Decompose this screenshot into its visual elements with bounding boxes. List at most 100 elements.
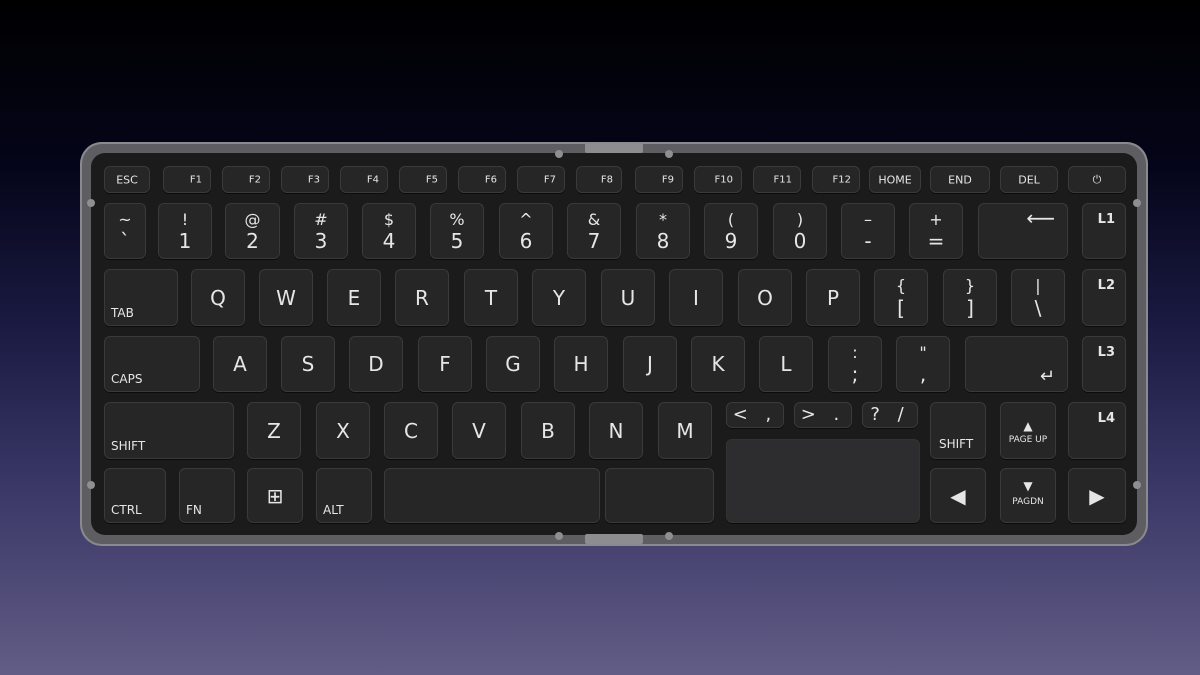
key-f9[interactable]: F9 xyxy=(635,166,683,193)
key-f7[interactable]: F7 xyxy=(517,166,565,193)
key-shift[interactable]: SHIFT xyxy=(104,402,234,459)
key-label: ( xyxy=(727,210,735,229)
key-m[interactable]: M xyxy=(658,402,712,459)
key-e[interactable]: E xyxy=(327,269,381,326)
key-sublabel: 9 xyxy=(724,229,738,253)
key-f6[interactable]: F6 xyxy=(458,166,506,193)
key-end[interactable]: END xyxy=(930,166,990,193)
key-caps[interactable]: CAPS xyxy=(104,336,200,392)
key-label: P xyxy=(826,285,840,310)
key-f3[interactable]: F3 xyxy=(281,166,329,193)
key-symbol[interactable]: ▼ PAGDN xyxy=(1000,468,1056,523)
key-r[interactable]: R xyxy=(395,269,449,326)
key-arrow-right[interactable]: ▶ xyxy=(1068,468,1126,523)
key-ctrl[interactable]: CTRL xyxy=(104,468,166,523)
key-t[interactable]: T xyxy=(464,269,518,326)
key-d[interactable]: D xyxy=(349,336,403,392)
key-backspace[interactable]: ⟵ xyxy=(978,203,1068,259)
key-j[interactable]: J xyxy=(623,336,677,392)
key-shift[interactable]: SHIFT xyxy=(930,402,986,459)
key-symbol[interactable]: > . xyxy=(794,402,852,428)
key-label: ESC xyxy=(116,173,138,186)
key-l2[interactable]: L2 xyxy=(1082,269,1126,326)
key-f12[interactable]: F12 xyxy=(812,166,860,193)
key-h[interactable]: H xyxy=(554,336,608,392)
key-f2[interactable]: F2 xyxy=(222,166,270,193)
key-i[interactable]: I xyxy=(669,269,723,326)
key-symbol[interactable]: ", xyxy=(896,336,950,392)
key-c[interactable]: C xyxy=(384,402,438,459)
key-del[interactable]: DEL xyxy=(1000,166,1058,193)
key-x[interactable]: X xyxy=(316,402,370,459)
key-n[interactable]: N xyxy=(589,402,643,459)
key-symbol[interactable]: @2 xyxy=(225,203,280,259)
key-power[interactable]: ⏻ xyxy=(1068,166,1126,193)
key-symbol[interactable]: % 5 xyxy=(430,203,484,259)
key-symbol[interactable]: | \ xyxy=(1011,269,1065,326)
key-symbol[interactable]: :; xyxy=(828,336,882,392)
key-v[interactable]: V xyxy=(452,402,506,459)
key-f11[interactable]: F11 xyxy=(753,166,801,193)
key-q[interactable]: Q xyxy=(191,269,245,326)
key-symbol[interactable]: ! 1 xyxy=(158,203,212,259)
key-symbol[interactable]: ~ ` xyxy=(104,203,146,259)
key-label: L3 xyxy=(1097,345,1115,360)
key-label: ⏻ xyxy=(1092,172,1102,186)
key-y[interactable]: Y xyxy=(532,269,586,326)
key-label: ! xyxy=(181,210,189,229)
key-symbol[interactable]: < , xyxy=(726,402,784,428)
key-label: | xyxy=(1035,276,1041,295)
key-label: ~ xyxy=(118,210,132,229)
key-k[interactable]: K xyxy=(691,336,745,392)
key-f4[interactable]: F4 xyxy=(340,166,388,193)
key-f1[interactable]: F1 xyxy=(163,166,211,193)
key-symbol[interactable]: {[ xyxy=(874,269,928,326)
key-l1[interactable]: L1 xyxy=(1082,203,1126,259)
trackpad[interactable] xyxy=(726,439,920,523)
key-b[interactable]: B xyxy=(521,402,575,459)
key-enter[interactable]: ↵ xyxy=(965,336,1068,392)
key-u[interactable]: U xyxy=(601,269,655,326)
key-symbol[interactable]: (9 xyxy=(704,203,758,259)
key-tab[interactable]: TAB xyxy=(104,269,178,326)
key-s[interactable]: S xyxy=(281,336,335,392)
key-symbol[interactable]: – - xyxy=(841,203,895,259)
key-f8[interactable]: F8 xyxy=(576,166,622,193)
key-symbol[interactable]: $4 xyxy=(362,203,416,259)
key-alt[interactable]: ALT xyxy=(316,468,372,523)
key-home[interactable]: HOME xyxy=(869,166,921,193)
key-p[interactable]: P xyxy=(806,269,860,326)
key-z[interactable]: Z xyxy=(247,402,301,459)
key-f5[interactable]: F5 xyxy=(399,166,447,193)
key-f10[interactable]: F10 xyxy=(694,166,742,193)
key-o[interactable]: O xyxy=(738,269,792,326)
key-w[interactable]: W xyxy=(259,269,313,326)
key-symbol[interactable]: #3 xyxy=(294,203,348,259)
key-fn[interactable]: FN xyxy=(179,468,235,523)
key-label: F12 xyxy=(832,174,851,185)
key-symbol[interactable]: }] xyxy=(943,269,997,326)
key-symbol[interactable]: ^ 6 xyxy=(499,203,553,259)
key-windows[interactable]: ⊞ xyxy=(247,468,303,523)
key-g[interactable]: G xyxy=(486,336,540,392)
key-l3[interactable]: L3 xyxy=(1082,336,1126,392)
key-symbol[interactable]: ▲ PAGE UP xyxy=(1000,402,1056,459)
key-symbol[interactable]: + = xyxy=(909,203,963,259)
key-symbol[interactable]: & 7 xyxy=(567,203,621,259)
key-f[interactable]: F xyxy=(418,336,472,392)
key-a[interactable]: A xyxy=(213,336,267,392)
key-label: ⊞ xyxy=(266,483,284,508)
key-symbol[interactable]: ) 0 xyxy=(773,203,827,259)
screw xyxy=(1133,199,1141,207)
key-l[interactable]: L xyxy=(759,336,813,392)
key-arrow-left[interactable]: ◀ xyxy=(930,468,986,523)
key-symbol[interactable]: ? / xyxy=(862,402,918,428)
key-label: " xyxy=(919,343,927,362)
key-label: } xyxy=(964,276,976,295)
key-l4[interactable]: L4 xyxy=(1068,402,1126,459)
key-label: J xyxy=(647,352,653,376)
key-space[interactable] xyxy=(384,468,600,523)
key-symbol[interactable]: * 8 xyxy=(636,203,690,259)
key-esc[interactable]: ESC xyxy=(104,166,150,193)
key-space-right[interactable] xyxy=(605,468,714,523)
